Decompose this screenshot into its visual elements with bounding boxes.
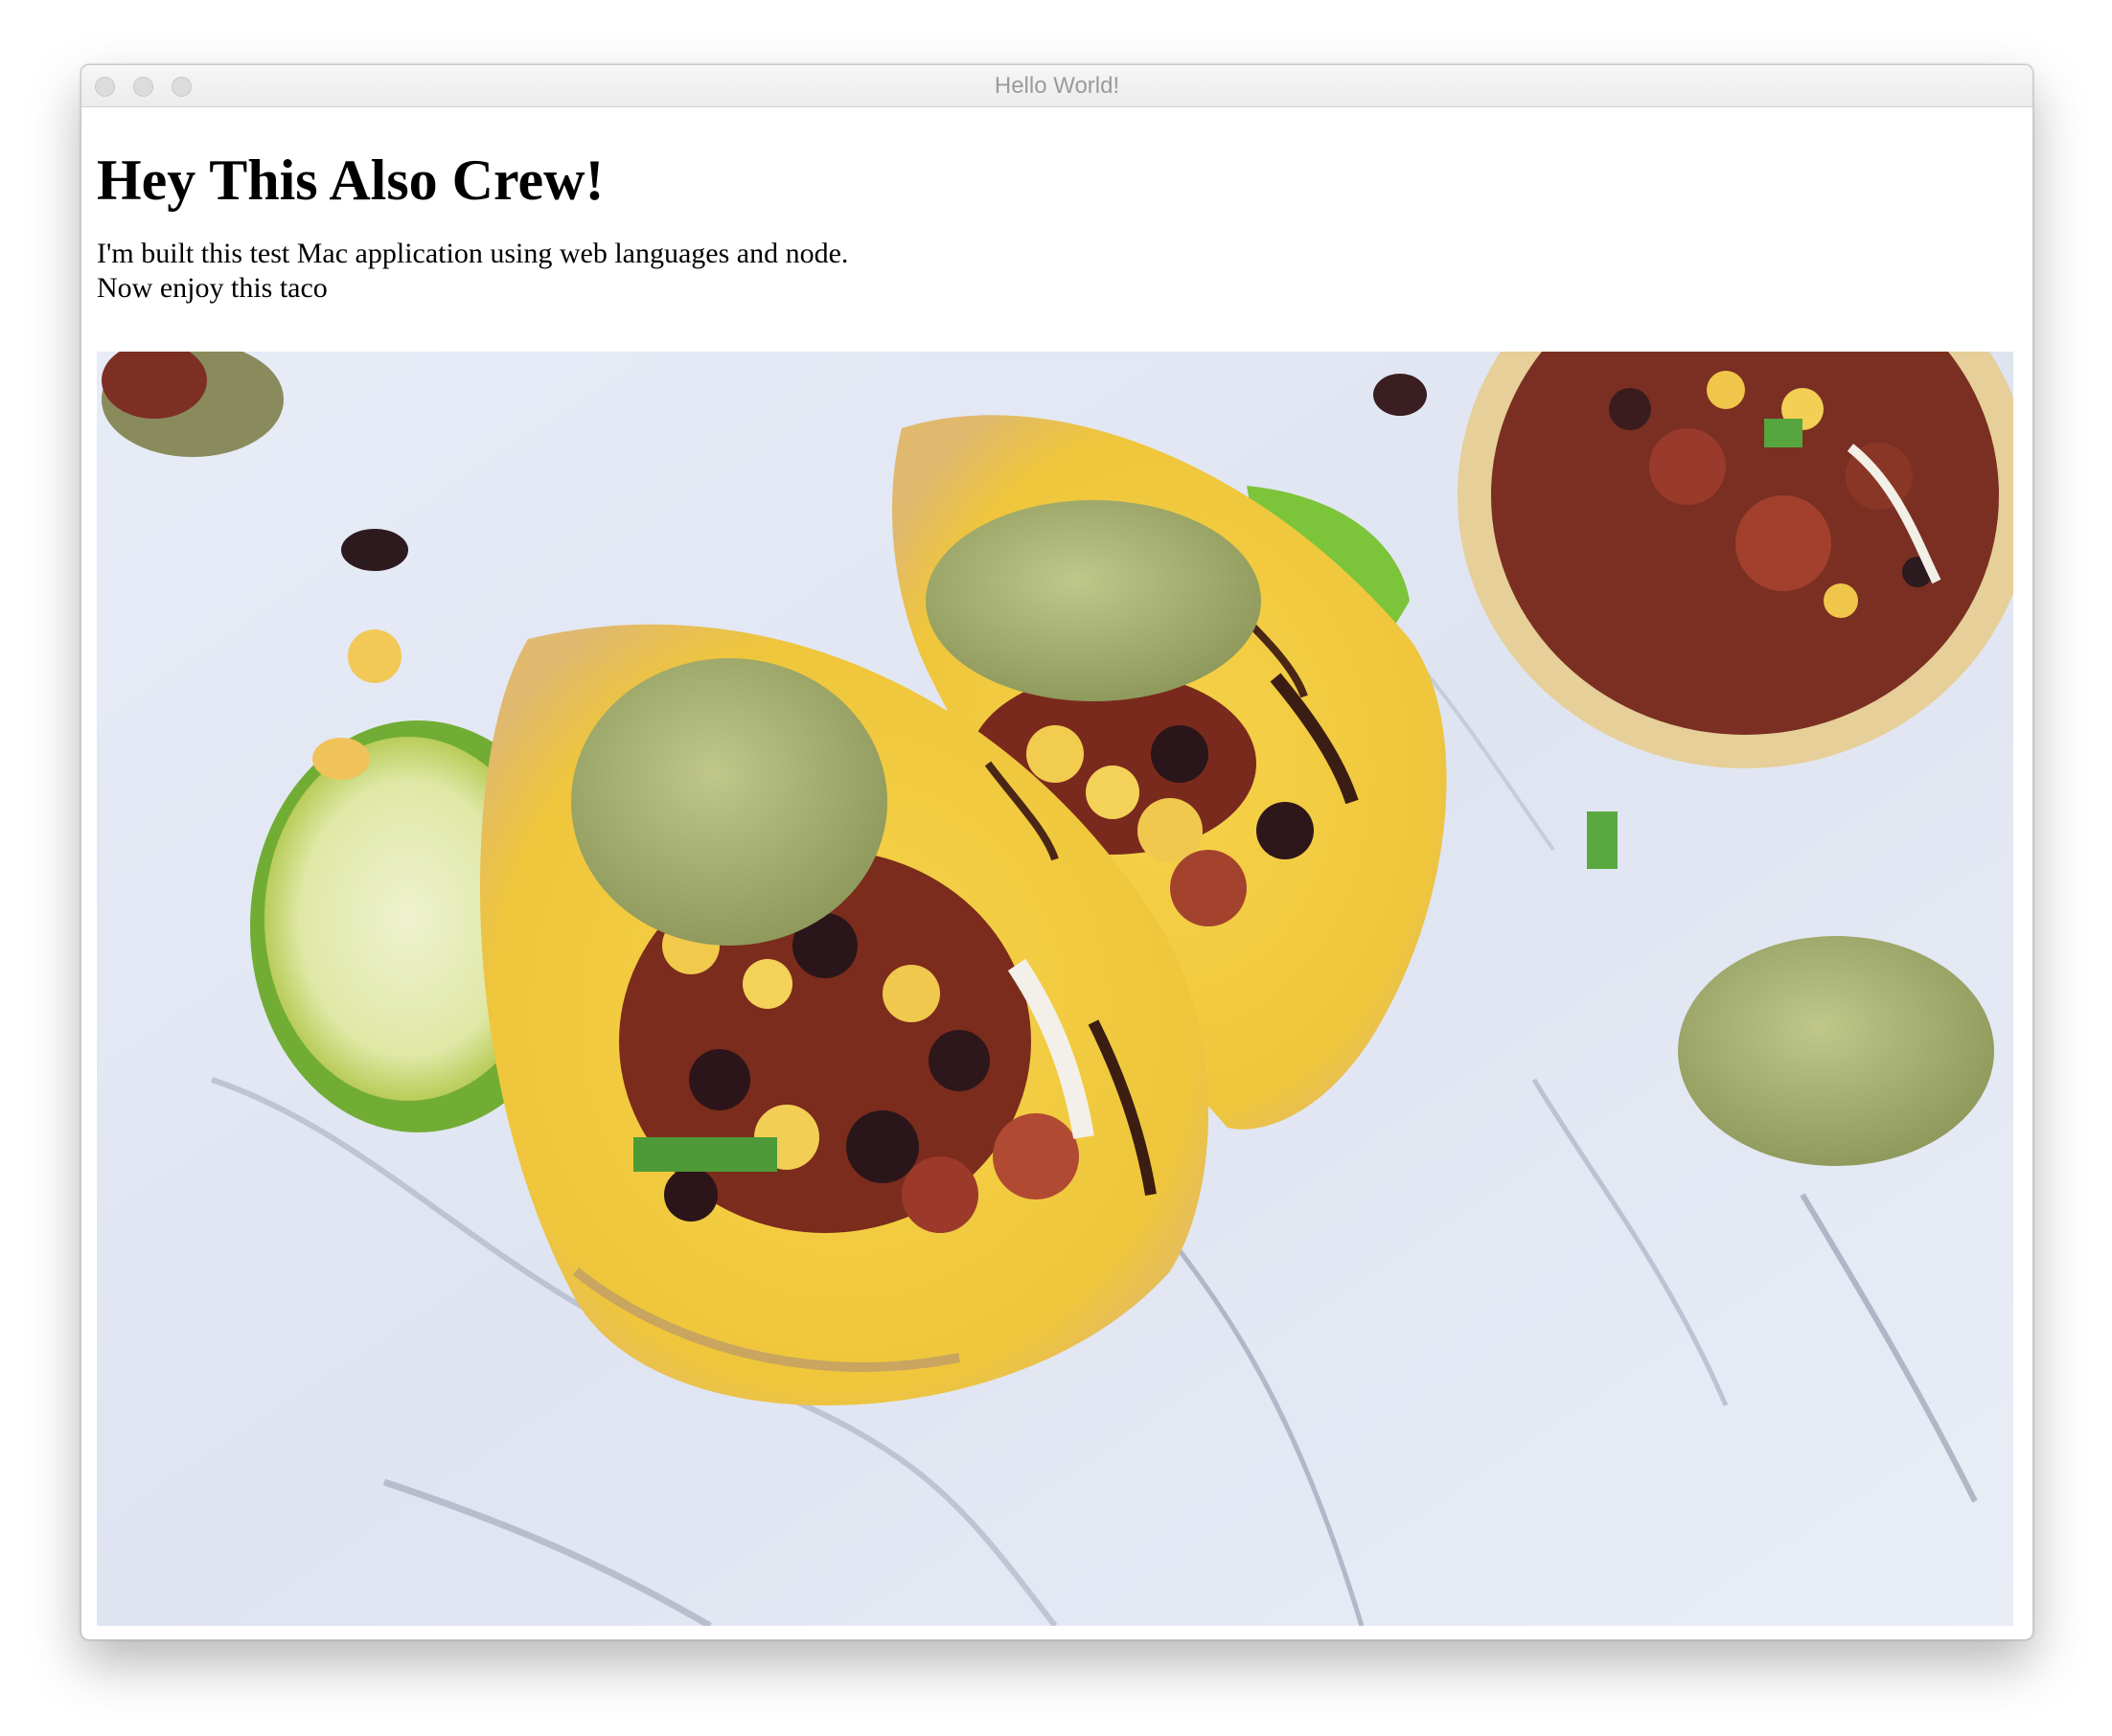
page-content: Hey This Also Crew! I'm built this test …	[97, 107, 2017, 1639]
intro-text: I'm built this test Mac application usin…	[97, 237, 848, 306]
intro-line-2: Now enjoy this taco	[97, 272, 328, 304]
taco-photo-illustration	[97, 352, 2013, 1626]
window-title: Hello World!	[994, 73, 1120, 99]
page-title: Hey This Also Crew!	[97, 148, 605, 212]
intro-line-1: I'm built this test Mac application usin…	[97, 238, 849, 269]
app-window: Hello World! Hey This Also Crew! I'm bui…	[80, 64, 2033, 1640]
title-bar[interactable]: Hello World!	[81, 65, 2032, 107]
taco-photo	[97, 352, 2013, 1626]
